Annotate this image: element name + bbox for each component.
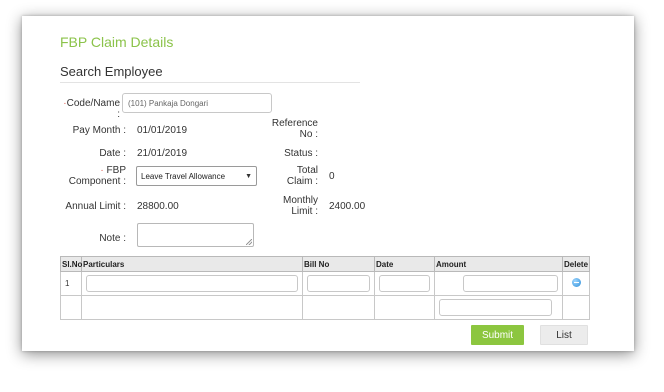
sl-no-cell: 1 [60,271,82,296]
page-title: FBP Claim Details [60,34,174,50]
chevron-down-icon: ▼ [245,172,252,180]
fbp-component-label: · FBP Component : [68,165,126,187]
claim-items-table: Sl.No Particulars Bill No Date Amount De… [60,256,590,320]
submit-button[interactable]: Submit [471,325,524,345]
col-amount: Amount [434,256,563,272]
table-total-row [60,295,590,320]
annual-limit-label: Annual Limit : [65,201,126,212]
annual-limit-value: 28800.00 [137,201,179,212]
date-input[interactable] [379,275,430,292]
fbp-component-select[interactable]: Leave Travel Allowance ▼ [136,166,257,186]
particulars-input[interactable] [86,275,298,292]
code-name-input[interactable]: (101) Pankaja Dongari [122,93,272,113]
reference-no-label: Reference No : [271,118,318,140]
list-button[interactable]: List [540,325,588,345]
bill-no-input[interactable] [307,275,370,292]
monthly-limit-label: Monthly Limit : [282,195,318,217]
col-particulars: Particulars [81,256,303,272]
total-claim-value: 0 [329,171,335,182]
col-delete: Delete [562,256,590,272]
monthly-limit-value: 2400.00 [329,201,366,212]
table-header-row: Sl.No Particulars Bill No Date Amount De… [60,256,590,272]
pay-month-value: 01/01/2019 [137,125,188,136]
code-name-label: ·Code/Name : [63,98,120,120]
amount-input[interactable] [463,275,558,292]
note-textarea[interactable] [137,223,254,247]
date-label: Date : [99,148,126,159]
resize-handle-icon[interactable] [246,239,252,245]
table-row: 1 [60,271,590,296]
total-claim-label: Total Claim : [286,165,318,187]
section-title: Search Employee [60,64,163,79]
claim-card: FBP Claim Details Search Employee ·Code/… [22,16,634,351]
pay-month-label: Pay Month : [72,125,126,136]
date-value: 21/01/2019 [137,148,188,159]
col-bill-no: Bill No [302,256,375,272]
note-label: Note : [99,233,126,244]
col-date: Date [374,256,435,272]
delete-row-icon[interactable] [571,278,581,287]
section-divider [60,82,360,83]
total-amount-input[interactable] [439,299,552,316]
status-label: Status : [284,148,318,159]
col-sl-no: Sl.No [60,256,82,272]
